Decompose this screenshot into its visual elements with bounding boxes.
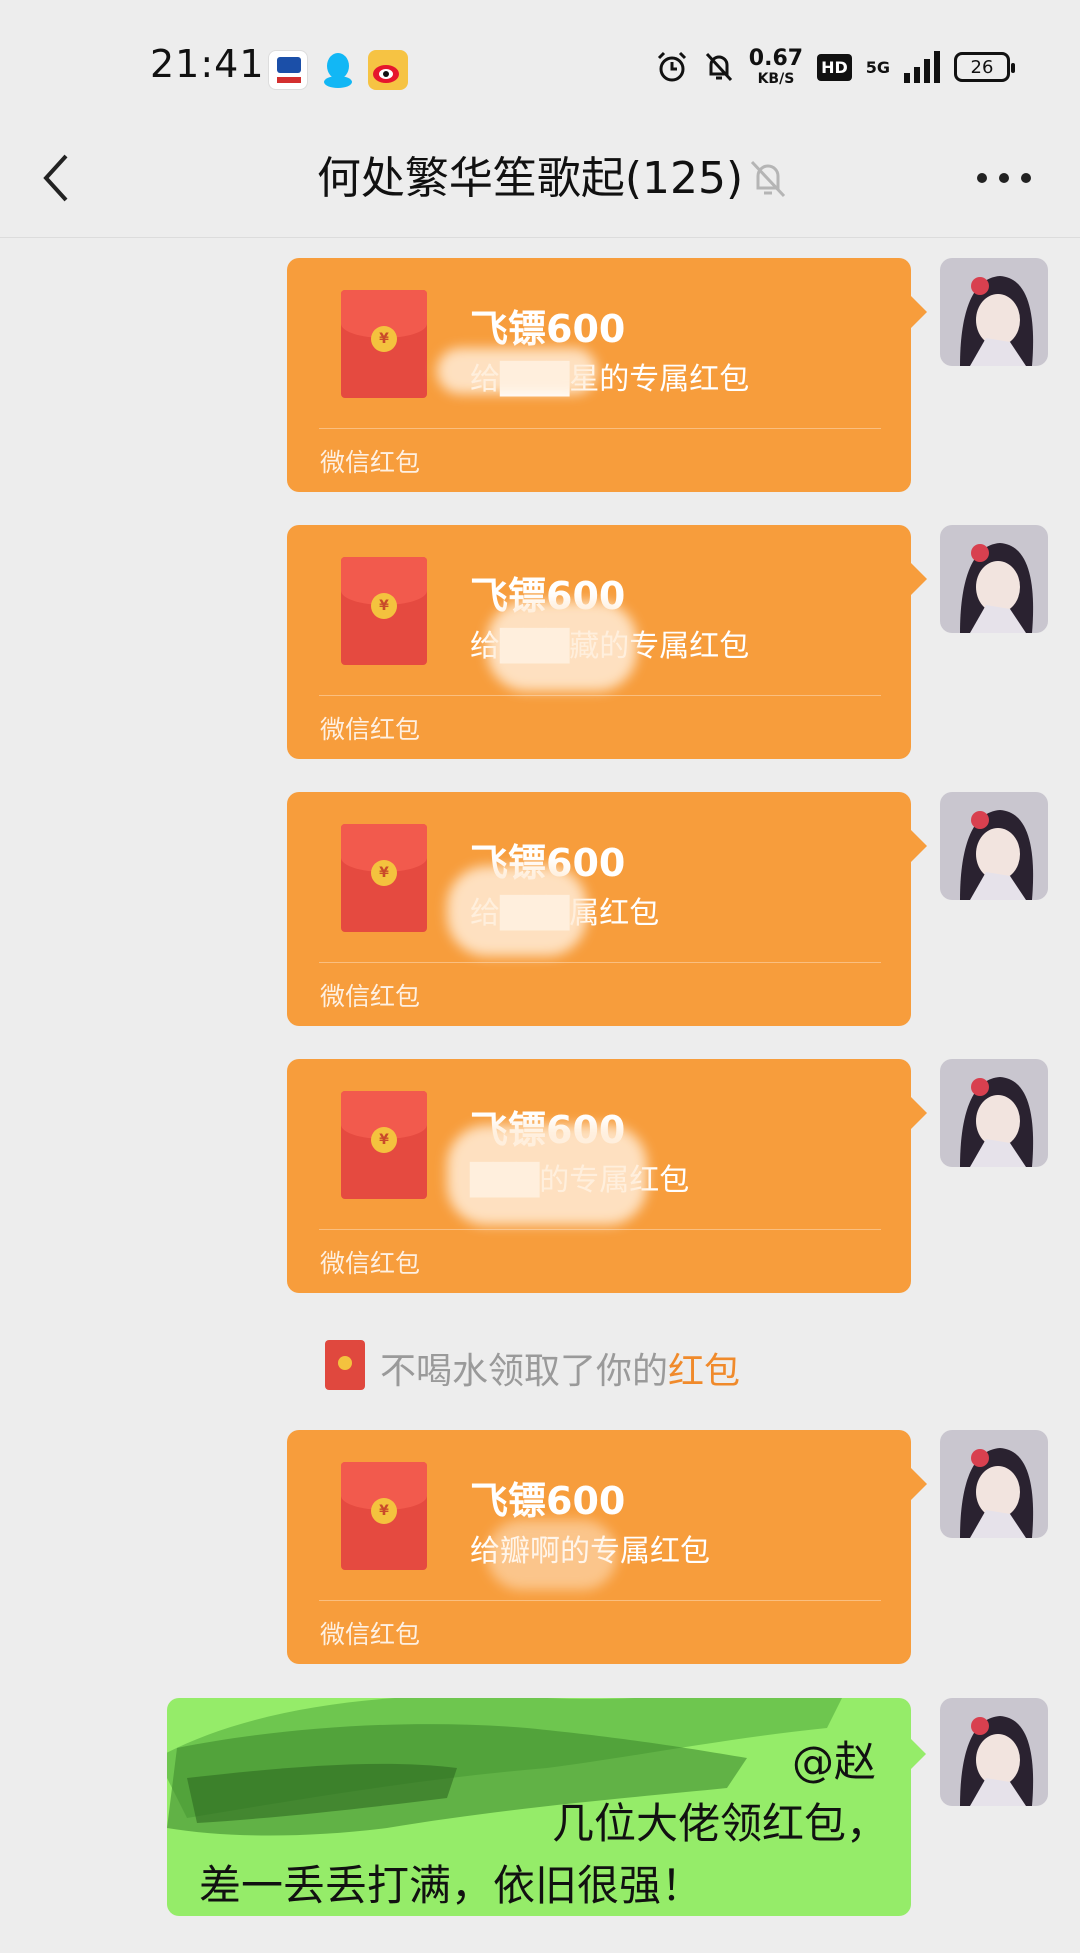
red-packet-card[interactable]: ¥ 飞镖600 给███属红包 微信红包 — [287, 792, 927, 1026]
avatar[interactable] — [940, 525, 1048, 633]
red-packet-label: 微信红包 — [320, 448, 421, 477]
avatar[interactable] — [940, 258, 1048, 366]
red-packet-title: 飞镖600 — [470, 1479, 626, 1523]
redaction-smudge — [487, 1520, 617, 1590]
red-packet-label: 微信红包 — [320, 1620, 421, 1649]
red-packet-label: 微信红包 — [320, 1249, 421, 1278]
network-type: 5G — [865, 57, 890, 77]
dot-icon — [977, 173, 987, 183]
message-line: 几位大佬领红包， — [552, 1799, 889, 1848]
qq-icon — [318, 50, 358, 90]
red-packet-message: ¥ 飞镖600 给瓣啊的专属红包 微信红包 — [0, 1430, 1080, 1666]
red-packet-icon: ¥ — [341, 1462, 427, 1570]
chat-title: 何处繁华笙歌起(125) — [316, 153, 744, 204]
system-notice-text: 不喝水领取了你的红包 — [380, 1351, 741, 1392]
net-speed: 0.67 KB/S — [748, 46, 804, 87]
avatar[interactable] — [940, 1430, 1048, 1538]
avatar[interactable] — [940, 1698, 1048, 1806]
more-options-button[interactable] — [968, 156, 1040, 200]
red-packet-message: ¥ 飞镖600 ███的专属红包 微信红包 — [0, 1059, 1080, 1295]
dot-icon — [1021, 173, 1031, 183]
red-packet-icon: ¥ — [341, 557, 427, 665]
red-packet-card[interactable]: ¥ 飞镖600 给███星的专属红包 微信红包 — [287, 258, 927, 492]
red-packet-icon: ¥ — [341, 824, 427, 932]
red-packet-card[interactable]: ¥ 飞镖600 ███的专属红包 微信红包 — [287, 1059, 927, 1293]
message-line: @赵 — [792, 1737, 877, 1786]
red-packet-title: 飞镖600 — [470, 307, 626, 351]
avatar[interactable] — [940, 792, 1048, 900]
red-packet-icon: ¥ — [341, 1091, 427, 1199]
text-message-bubble[interactable]: @赵 几位大佬领红包， 差一丢丢打满，依旧很强！ — [167, 1698, 911, 1916]
red-packet-icon: ¥ — [341, 290, 427, 398]
message-line: 差一丢丢打满，依旧很强！ — [199, 1861, 704, 1910]
red-packet-message: ¥ 飞镖600 给███属红包 微信红包 — [0, 792, 1080, 1028]
status-time: 21:41 — [150, 42, 265, 86]
alarm-icon — [657, 51, 686, 82]
battery-icon: 26 — [954, 52, 1015, 82]
red-packet-card[interactable]: ¥ 飞镖600 给瓣啊的专属红包 微信红包 — [287, 1430, 927, 1664]
redaction-smudge — [447, 1125, 647, 1225]
red-packet-card[interactable]: ¥ 飞镖600 给███藏的专属红包 微信红包 — [287, 525, 927, 759]
red-packet-link[interactable]: 红包 — [668, 1351, 740, 1392]
redaction-smudge — [447, 866, 587, 956]
muted-chat-icon — [744, 154, 792, 202]
status-indicators: 0.67 KB/S HD 5G 26 — [655, 45, 1015, 89]
red-packet-label: 微信红包 — [320, 715, 421, 744]
system-notice: 不喝水领取了你的红包 — [0, 1338, 1080, 1394]
weibo-icon — [368, 50, 408, 90]
red-packet-message: ¥ 飞镖600 给███星的专属红包 微信红包 — [0, 258, 1080, 494]
status-bar: 21:41 0.67 KB/S HD 5G 26 — [0, 0, 1080, 120]
redaction-smudge — [437, 348, 597, 394]
bank-app-icon — [268, 50, 308, 90]
red-packet-message: ¥ 飞镖600 给███藏的专属红包 微信红包 — [0, 525, 1080, 761]
mute-bell-icon — [705, 52, 732, 82]
dot-icon — [999, 173, 1009, 183]
hd-badge: HD — [817, 53, 852, 81]
chat-header: 何处繁华笙歌起(125) — [0, 120, 1080, 238]
red-packet-label: 微信红包 — [320, 982, 421, 1011]
redaction-smudge — [487, 601, 637, 691]
signal-icon — [904, 51, 940, 83]
avatar[interactable] — [940, 1059, 1048, 1167]
red-packet-small-icon — [325, 1340, 365, 1390]
